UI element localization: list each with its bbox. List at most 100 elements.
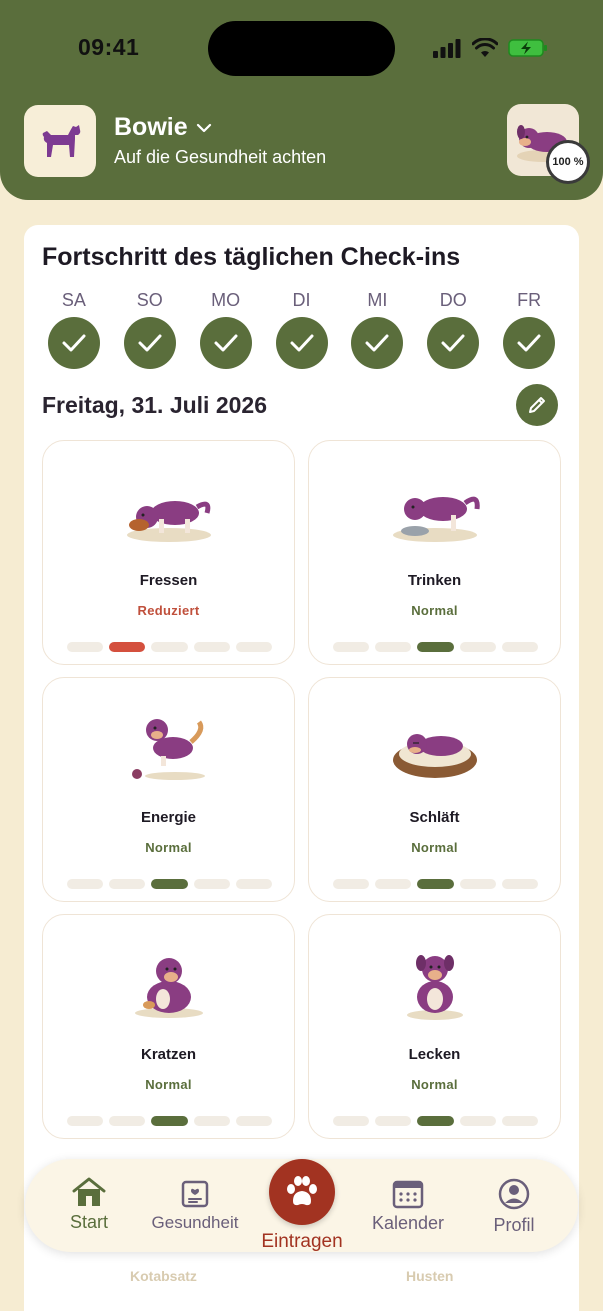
- level-indicator: [67, 879, 273, 889]
- check-icon: [199, 317, 252, 369]
- card-status: Reduziert: [137, 603, 200, 618]
- level-segment: [459, 1116, 496, 1126]
- pet-avatar[interactable]: [24, 105, 96, 177]
- chevron-down-icon: [196, 123, 211, 132]
- level-segment: [459, 879, 496, 889]
- level-segment-active: [417, 879, 454, 889]
- day-mi[interactable]: MI: [339, 288, 415, 374]
- add-entry-button[interactable]: [269, 1159, 335, 1225]
- level-segment: [193, 1116, 230, 1126]
- check-icon: [503, 317, 556, 369]
- level-segment: [333, 1116, 370, 1126]
- level-segment: [67, 879, 104, 889]
- level-segment: [501, 1116, 539, 1126]
- card-label: Energie: [140, 809, 197, 826]
- status-icons: [432, 36, 548, 60]
- level-segment: [375, 1116, 412, 1126]
- dog-playing-illustration: [132, 719, 205, 780]
- day-label: MO: [211, 290, 241, 310]
- level-segment: [501, 879, 539, 889]
- card-label: Schläft: [409, 809, 460, 826]
- level-segment: [67, 642, 104, 652]
- check-icon: [351, 317, 404, 369]
- dog-eating-illustration: [127, 501, 211, 542]
- check-icon: [275, 317, 328, 369]
- check-icon: [427, 317, 480, 369]
- level-indicator: [67, 642, 273, 652]
- level-segment: [151, 642, 188, 652]
- level-segment: [235, 879, 273, 889]
- card-status: Normal: [145, 1077, 192, 1092]
- card-trinken[interactable]: Trinken Normal: [308, 440, 561, 665]
- home-icon: [72, 1177, 106, 1206]
- level-indicator: [333, 642, 539, 652]
- level-segment: [333, 879, 370, 889]
- tab-label: Start: [69, 1212, 108, 1232]
- tab-start[interactable]: Start: [60, 1176, 118, 1233]
- day-sa[interactable]: SA: [36, 288, 112, 374]
- day-label: SA: [61, 290, 86, 310]
- tab-label: Gesundheit: [151, 1213, 239, 1232]
- dog-scratching-illustration: [135, 958, 203, 1018]
- edit-button[interactable]: [516, 384, 558, 426]
- card-status: Normal: [411, 1077, 458, 1092]
- status-time: 09:41: [78, 34, 140, 60]
- selected-date: Freitag, 31. Juli 2026: [42, 392, 268, 418]
- level-segment: [501, 642, 539, 652]
- dog-sleeping-illustration: [393, 734, 477, 778]
- dynamic-island: [208, 21, 395, 76]
- dog-licking-illustration: [407, 955, 463, 1020]
- card-status: Normal: [411, 603, 458, 618]
- card-energie[interactable]: Energie Normal: [42, 677, 295, 902]
- pet-selector[interactable]: Bowie: [114, 113, 212, 142]
- signal-icon: [433, 39, 461, 58]
- check-icon: [123, 317, 176, 369]
- level-segment-active: [151, 879, 188, 889]
- pet-name: Bowie: [114, 113, 188, 141]
- card-lecken[interactable]: Lecken Normal: [308, 914, 561, 1139]
- add-entry-label: Eintragen: [261, 1231, 343, 1252]
- day-label: DO: [439, 290, 467, 310]
- level-segment-active: [417, 642, 454, 652]
- level-segment: [109, 1116, 146, 1126]
- level-segment: [235, 642, 273, 652]
- tab-kalender[interactable]: Kalender: [364, 1179, 452, 1234]
- level-segment: [333, 642, 370, 652]
- level-segment: [109, 879, 146, 889]
- day-mo[interactable]: MO: [188, 288, 264, 374]
- card-kratzen[interactable]: Kratzen Normal: [42, 914, 295, 1139]
- card-fressen[interactable]: Fressen Reduziert: [42, 440, 295, 665]
- day-di[interactable]: DI: [264, 288, 340, 374]
- profile-icon: [498, 1178, 530, 1210]
- card-label: Fressen: [139, 572, 198, 589]
- level-segment: [235, 1116, 273, 1126]
- level-segment-active: [417, 1116, 454, 1126]
- day-label: FR: [517, 290, 542, 310]
- hidden-card-label: Husten: [406, 1268, 454, 1284]
- tab-profil[interactable]: Profil: [484, 1177, 544, 1236]
- card-status: Normal: [145, 840, 192, 855]
- calendar-icon: [392, 1180, 424, 1209]
- level-segment: [375, 879, 412, 889]
- checkin-title: Fortschritt des täglichen Check-ins: [42, 243, 461, 271]
- card-status: Normal: [411, 840, 458, 855]
- card-label: Lecken: [408, 1046, 461, 1063]
- card-label: Kratzen: [140, 1046, 196, 1063]
- day-label: DI: [292, 290, 311, 310]
- day-fr[interactable]: FR: [491, 288, 567, 374]
- level-segment: [67, 1116, 104, 1126]
- wifi-icon: [472, 38, 498, 57]
- card-schlaeft[interactable]: Schläft Normal: [308, 677, 561, 902]
- checkin-progress-badge: 100 %: [546, 140, 590, 184]
- pet-subtitle: Auf die Gesundheit achten: [114, 147, 327, 167]
- level-segment: [375, 642, 412, 652]
- level-segment-active: [109, 642, 146, 652]
- check-icon: [47, 317, 100, 369]
- day-do[interactable]: DO: [415, 288, 491, 374]
- tab-gesundheit[interactable]: Gesundheit: [146, 1179, 244, 1233]
- day-label: SO: [136, 290, 163, 310]
- day-so[interactable]: SO: [112, 288, 188, 374]
- paw-icon: [287, 1176, 317, 1206]
- card-label: Trinken: [407, 572, 462, 589]
- battery-icon: [508, 39, 547, 57]
